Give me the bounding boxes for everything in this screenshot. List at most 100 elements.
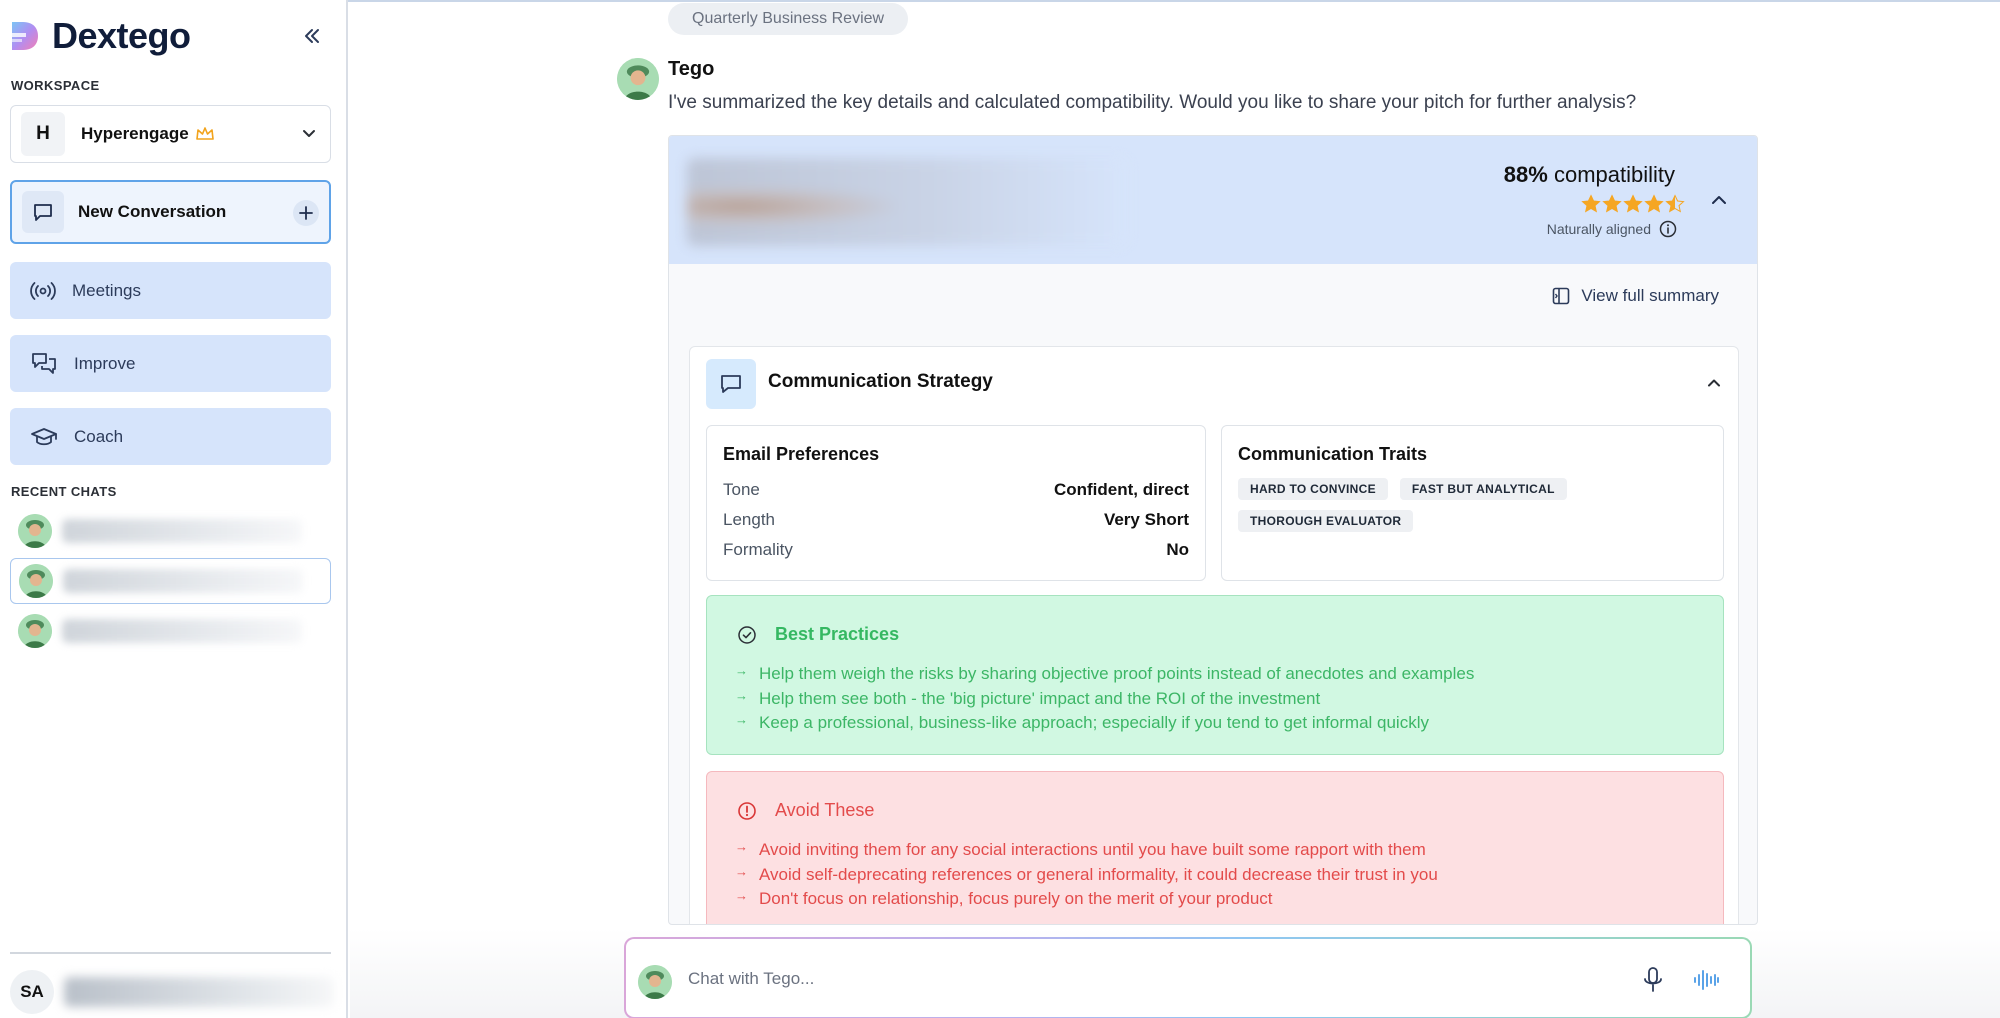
compatibility-label: compatibility [1553, 162, 1675, 187]
chat-title-blurred [62, 619, 302, 643]
nav-improve[interactable]: Improve [10, 335, 331, 392]
pref-row-formality: Formality No [723, 540, 1189, 560]
check-circle-icon [738, 625, 756, 644]
email-preferences-title: Email Preferences [723, 444, 880, 464]
brand[interactable]: Dextego [10, 14, 191, 58]
arrow-right-icon: → [735, 712, 748, 727]
chat-input-bar [624, 937, 1752, 1018]
avoid-text: Avoid inviting them for any social inter… [759, 840, 1426, 859]
avoid-these-title: Avoid These [775, 800, 875, 820]
view-full-summary-label: View full summary [1581, 286, 1719, 305]
pref-key: Tone [723, 480, 760, 499]
microphone-icon [1644, 967, 1662, 992]
star-rating [1581, 194, 1685, 214]
pref-value: Confident, direct [1053, 480, 1189, 499]
avoid-these-panel: Avoid These → Avoid inviting them for any… [706, 771, 1724, 924]
tego-avatar [18, 614, 52, 648]
collapse-sidebar-button[interactable] [298, 22, 326, 50]
avoid-these-list: → Avoid inviting them for any social inte… [735, 839, 1438, 914]
arrow-right-icon: → [735, 888, 748, 903]
tego-avatar [617, 58, 659, 100]
recent-chat-item[interactable] [10, 558, 331, 604]
sidebar-panel-icon [1553, 287, 1570, 305]
nav-meetings-label: Meetings [72, 280, 141, 300]
conversation-topic-pill: Quarterly Business Review [668, 3, 909, 35]
chevron-up-icon[interactable] [1706, 375, 1722, 391]
workspace-selector[interactable]: H Hyperengage [10, 105, 331, 163]
info-icon[interactable] [1659, 220, 1677, 238]
trait-tag: FAST BUT ANALYTICAL [1399, 478, 1567, 500]
chat-bubble-icon [706, 359, 756, 409]
voice-mode-button[interactable] [1690, 965, 1722, 995]
email-preferences-box: Email Preferences Tone Confident, direct… [706, 425, 1206, 581]
best-practices-header: Best Practices [737, 624, 899, 645]
best-practices-panel: Best Practices → Help them weigh the risk… [706, 595, 1724, 755]
microphone-button[interactable] [1638, 965, 1668, 995]
alert-circle-icon [738, 801, 756, 820]
broadcast-icon [30, 281, 56, 300]
list-item: → Help them see both - the 'big picture' … [735, 688, 1474, 714]
list-item: → Don't focus on relationship, focus pure… [735, 888, 1438, 914]
nav-improve-label: Improve [74, 353, 136, 373]
avoid-text: Don't focus on relationship, focus purel… [759, 889, 1273, 908]
compatibility-value: 88% [1503, 162, 1548, 187]
strategy-title: Communication Strategy [768, 371, 993, 392]
tego-avatar [18, 514, 52, 548]
star-icon [1602, 194, 1622, 213]
nav-coach-label: Coach [74, 426, 124, 446]
pref-key: Formality [723, 540, 793, 559]
list-item: → Avoid inviting them for any social inte… [735, 839, 1438, 865]
communication-traits-box: Communication Traits HARD TO CONVINCE FA… [1221, 425, 1724, 581]
recent-chat-item[interactable] [10, 608, 331, 654]
trait-tag: THOROUGH EVALUATOR [1238, 510, 1414, 532]
arrow-right-icon: → [735, 663, 748, 678]
nav-coach[interactable]: Coach [10, 408, 331, 465]
user-profile[interactable]: SA [10, 970, 334, 1014]
pref-row-tone: Tone Confident, direct [723, 480, 1189, 500]
best-practice-text: Help them weigh the risks by sharing obj… [759, 664, 1475, 683]
recent-chat-item[interactable] [10, 508, 331, 554]
plus-icon[interactable] [293, 200, 319, 226]
user-avatar: SA [10, 970, 54, 1014]
communication-traits-title: Communication Traits [1238, 444, 1428, 464]
summary-card-header[interactable]: 88% compatibility Naturally aligned [669, 136, 1757, 264]
star-icon [1581, 194, 1601, 213]
double-chevron-left-icon [305, 29, 319, 43]
alignment-status: Naturally aligned [1547, 220, 1677, 238]
chat-input[interactable] [688, 961, 1588, 997]
summary-card: 88% compatibility Naturally aligned View… [668, 135, 1758, 925]
traits-list: HARD TO CONVINCE FAST BUT ANALYTICAL THO… [1238, 478, 1708, 532]
arrow-right-icon: → [735, 863, 748, 879]
chevron-down-icon [303, 130, 315, 137]
workspace-label: WORKSPACE [11, 78, 100, 93]
star-icon [1665, 194, 1685, 213]
crown-icon [195, 127, 214, 140]
chat-input-inner [626, 939, 1750, 1017]
best-practice-text: Keep a professional, business-like appro… [759, 713, 1429, 732]
chevron-up-icon[interactable] [1709, 190, 1729, 210]
dextego-logo-icon [12, 22, 38, 50]
recent-chats-label: RECENT CHATS [11, 484, 117, 499]
pref-value: Very Short [1103, 510, 1189, 529]
chat-bubble-icon [22, 191, 64, 233]
best-practices-title: Best Practices [775, 624, 900, 644]
chat-bubbles-icon [32, 352, 56, 374]
star-icon [1644, 194, 1664, 213]
list-item: → Keep a professional, business-like appr… [735, 712, 1474, 738]
communication-strategy-section: Communication Strategy Email Preferences… [689, 346, 1739, 924]
message-text: I've summarized the key details and calc… [668, 92, 1637, 113]
avoid-these-header: Avoid These [737, 800, 874, 821]
workspace-name: Hyperengage [81, 124, 189, 143]
arrow-right-icon: → [735, 839, 748, 854]
tego-avatar [638, 965, 672, 999]
new-conversation-button[interactable]: New Conversation [10, 180, 331, 244]
compatibility-score: 88% compatibility [1504, 162, 1675, 188]
graduation-cap-icon [31, 427, 57, 445]
message-sender: Tego [668, 58, 715, 80]
nav-meetings[interactable]: Meetings [10, 262, 331, 319]
sidebar-divider [10, 952, 331, 954]
alignment-text: Naturally aligned [1546, 221, 1651, 237]
best-practice-text: Help them see both - the 'big picture' i… [759, 688, 1321, 708]
user-name-blurred [64, 977, 334, 1007]
view-full-summary-button[interactable]: View full summary [1551, 286, 1719, 306]
